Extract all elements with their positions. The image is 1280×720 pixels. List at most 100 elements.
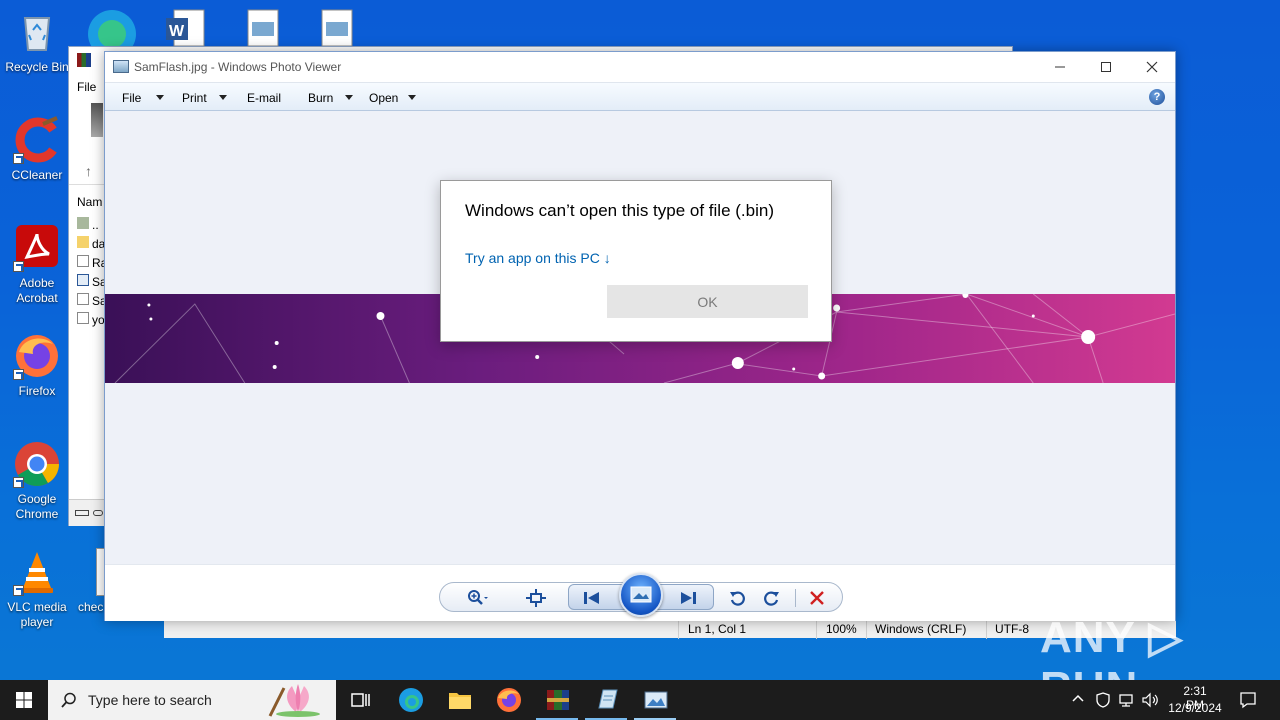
chevron-down-icon[interactable] — [345, 95, 353, 100]
open-with-dialog[interactable]: Windows can’t open this type of file (.b… — [440, 180, 832, 342]
image-file-icon — [77, 274, 89, 286]
close-button[interactable] — [1129, 52, 1175, 82]
key-icon — [93, 510, 103, 516]
recycle-bin-icon — [13, 8, 61, 56]
status-separator — [816, 619, 817, 639]
shortcut-arrow-icon — [13, 261, 24, 272]
desktop-icon-label: CCleaner — [11, 168, 63, 182]
titlebar[interactable]: SamFlash.jpg - Windows Photo Viewer — [105, 52, 1175, 82]
search-icon — [61, 692, 76, 708]
image-file-icon[interactable] — [246, 8, 280, 47]
ok-button[interactable]: OK — [607, 285, 808, 318]
bg-column-name[interactable]: Nam — [77, 195, 102, 209]
photo-viewer-icon[interactable] — [642, 686, 670, 714]
menubar: File Print E-mail Burn Open ? — [105, 82, 1175, 111]
bg-row[interactable]: .. — [77, 217, 99, 232]
menu-file[interactable]: File — [122, 91, 141, 105]
shortcut-arrow-icon — [13, 153, 24, 164]
search-highlight-image — [266, 682, 332, 718]
status-separator — [866, 619, 867, 639]
previous-icon[interactable] — [581, 587, 603, 609]
shortcut-arrow-icon — [13, 477, 24, 488]
winrar-icon[interactable] — [544, 686, 572, 714]
up-arrow-icon[interactable]: ↑ — [85, 163, 92, 179]
rotate-counterclockwise-icon[interactable] — [727, 587, 749, 609]
desktop-icon-google-chrome[interactable]: Google Chrome — [0, 440, 74, 522]
desktop-icon-label: chec — [78, 600, 104, 614]
menu-print[interactable]: Print — [182, 91, 207, 105]
image-file-icon[interactable] — [320, 8, 354, 47]
minimize-button[interactable] — [1037, 52, 1083, 82]
system-tray: 2:31 PM 12/9/2024 — [1066, 680, 1280, 720]
desktop-icon-firefox[interactable]: Firefox — [0, 332, 74, 399]
notification-icon[interactable] — [1239, 691, 1257, 712]
desktop-icon-label: Firefox — [18, 384, 56, 398]
chevron-down-icon[interactable] — [408, 95, 416, 100]
notepad-statusbar: Ln 1, Col 1 100% Windows (CRLF) UTF-8 — [164, 618, 1176, 639]
menu-open[interactable]: Open — [369, 91, 398, 105]
try-app-link[interactable]: Try an app on this PC ↓ — [465, 250, 611, 266]
next-icon[interactable] — [677, 587, 699, 609]
chrome-icon — [13, 440, 61, 488]
help-icon[interactable]: ? — [1149, 89, 1165, 105]
folder-icon — [77, 236, 89, 248]
edge-icon[interactable] — [397, 686, 425, 714]
desktop-icon-label: Google Chrome — [15, 492, 59, 521]
bg-row[interactable]: yo — [77, 312, 105, 327]
edge-desktop-icon[interactable] — [86, 6, 138, 58]
status-separator — [986, 619, 987, 639]
desktop-icon-ccleaner[interactable]: CCleaner — [0, 116, 74, 183]
text-file-icon — [77, 255, 89, 267]
shortcut-arrow-icon — [13, 585, 24, 596]
window-title: SamFlash.jpg - Windows Photo Viewer — [134, 60, 342, 74]
zoom-icon[interactable] — [467, 587, 489, 609]
actual-size-icon[interactable] — [525, 587, 547, 609]
bg-row[interactable]: da — [77, 236, 105, 251]
clock-date[interactable]: 12/9/2024 — [1166, 701, 1224, 715]
menu-email[interactable]: E-mail — [247, 91, 281, 105]
controls-divider — [795, 589, 796, 607]
task-view-icon[interactable] — [346, 686, 374, 714]
windows-logo-icon — [16, 692, 32, 708]
defender-icon[interactable] — [1096, 692, 1110, 711]
volume-icon[interactable] — [1142, 692, 1160, 711]
maximize-button[interactable] — [1083, 52, 1129, 82]
status-position: Ln 1, Col 1 — [688, 622, 747, 636]
folder-up-icon — [77, 217, 89, 229]
notepad-icon[interactable] — [593, 686, 621, 714]
bg-row[interactable]: Sa — [77, 274, 107, 289]
shortcut-arrow-icon — [13, 369, 24, 380]
adobe-acrobat-icon — [13, 224, 61, 272]
file-explorer-icon[interactable] — [446, 686, 474, 714]
rotate-clockwise-icon[interactable] — [760, 587, 782, 609]
svg-text:W: W — [169, 23, 185, 40]
chevron-down-icon[interactable] — [156, 95, 164, 100]
chevron-down-icon[interactable] — [219, 95, 227, 100]
ccleaner-icon — [13, 116, 61, 164]
vlc-icon — [13, 548, 61, 596]
bg-row[interactable]: Sa — [77, 293, 107, 308]
menu-burn[interactable]: Burn — [308, 91, 333, 105]
delete-icon[interactable] — [806, 587, 828, 609]
bg-row[interactable]: Ra — [77, 255, 107, 270]
dialog-heading: Windows can’t open this type of file (.b… — [465, 201, 774, 220]
status-encoding: UTF-8 — [995, 622, 1029, 636]
viewer-controls — [105, 564, 1175, 621]
word-document-icon[interactable]: W — [164, 8, 206, 47]
taskbar-search-box[interactable]: Type here to search — [48, 680, 336, 720]
search-placeholder: Type here to search — [88, 692, 212, 708]
desktop-icon-label: Adobe Acrobat — [16, 276, 58, 305]
network-icon[interactable] — [1118, 692, 1134, 711]
firefox-icon — [13, 332, 61, 380]
start-button[interactable] — [0, 680, 48, 720]
firefox-icon[interactable] — [495, 686, 523, 714]
file-icon — [77, 312, 89, 324]
desktop-icon-adobe-acrobat[interactable]: Adobe Acrobat — [0, 224, 74, 306]
winrar-icon — [77, 53, 91, 67]
desktop-icon-vlc[interactable]: VLC media player — [0, 548, 74, 630]
status-zoom: 100% — [826, 622, 857, 636]
show-hidden-icons-icon[interactable] — [1072, 692, 1084, 706]
slideshow-button[interactable] — [619, 573, 663, 617]
bg-menu-file[interactable]: File — [77, 80, 96, 94]
desktop-icon-recycle-bin[interactable]: Recycle Bin — [0, 8, 74, 75]
